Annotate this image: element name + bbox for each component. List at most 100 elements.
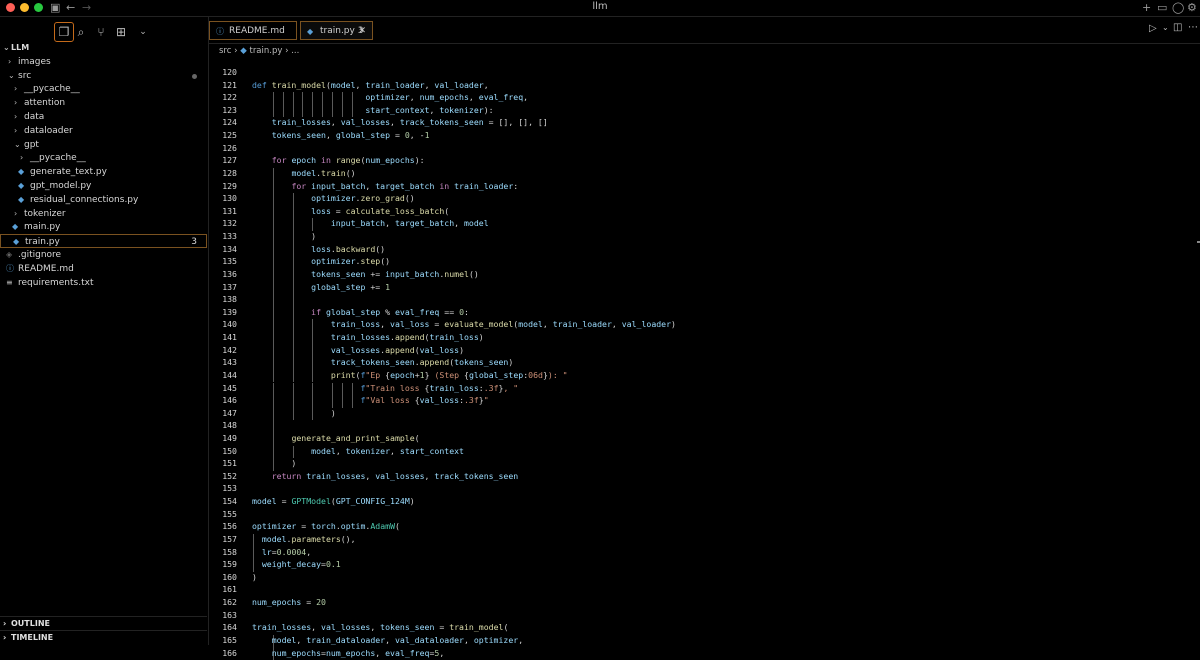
title-bar: ▣ ← → llm + ▭ ◯ ⚙ — [0, 0, 1200, 17]
code-token: GPTModel — [291, 496, 331, 507]
tab-readme[interactable]: ⓘ README.md — [209, 21, 297, 40]
code-token: def — [252, 79, 272, 90]
code-token: optimizer — [365, 92, 410, 103]
code-token: tokens_seen — [380, 622, 435, 633]
code-token: eval_freq — [385, 647, 430, 658]
code-token: (Step — [429, 369, 465, 380]
source-control-icon[interactable]: ⑂ — [92, 23, 110, 41]
chat-icon[interactable]: ◯ — [1172, 0, 1184, 16]
extensions-icon[interactable]: ⊞ — [112, 23, 130, 41]
line-number: 157 — [222, 533, 237, 544]
file-tree-item[interactable]: › attention — [0, 96, 207, 110]
code-line: optimizer = torch.optim.AdamW( — [252, 521, 400, 531]
code-token: lr — [261, 546, 272, 557]
run-icon[interactable]: ▷ — [1149, 23, 1157, 34]
workspace-root[interactable]: ⌄ LLM — [0, 41, 207, 55]
file-tree-item[interactable]: › __pycache__ — [0, 82, 207, 96]
file-tree-item[interactable]: ◆ gpt_model.py — [0, 179, 207, 193]
line-number: 160 — [222, 571, 237, 582]
code-token: val_loss — [419, 344, 460, 355]
line-number: 131 — [222, 205, 237, 216]
editor-area: ⓘ README.md ◆ train.py 3 ✕ ▷ ⌄ ◫ ⋯ src ›… — [209, 17, 1200, 660]
line-number: 158 — [222, 546, 237, 557]
info-icon: ⓘ — [6, 263, 14, 273]
code-line: optimizer.zero_grad() — [252, 193, 415, 203]
timeline-section[interactable]: › TIMELINE — [0, 630, 207, 644]
file-tree-item[interactable]: › images — [0, 55, 207, 69]
file-tree-item[interactable]: ⌄ gpt — [0, 138, 207, 152]
code-token: , — [523, 92, 529, 103]
line-number: 136 — [222, 268, 237, 279]
code-token: train_losses — [330, 332, 391, 343]
split-editor-icon[interactable]: ◫ — [1173, 22, 1182, 33]
breadcrumb: src › ◆ train.py › ... — [219, 46, 299, 56]
settings-gear-icon[interactable]: ⚙ — [1187, 0, 1197, 16]
code-token: in — [434, 180, 455, 191]
code-token: , — [385, 218, 395, 229]
file-tree-item[interactable]: ◆ train.py 3 — [0, 234, 207, 249]
terminal-icon[interactable]: ▭ — [1157, 0, 1167, 16]
file-tree-label: .gitignore — [18, 250, 62, 260]
python-icon: ◆ — [307, 27, 314, 36]
file-tree-item[interactable]: ≡ requirements.txt — [0, 276, 207, 290]
code-token: num_epochs — [365, 155, 415, 166]
file-tree-item[interactable]: › tokenizer — [0, 207, 207, 221]
code-token: train_losses — [252, 622, 312, 633]
search-icon[interactable]: ⌕ — [72, 23, 90, 41]
code-token: .3f — [464, 395, 479, 406]
outline-section[interactable]: › OUTLINE — [0, 616, 207, 630]
line-number: 134 — [222, 243, 237, 254]
new-window-icon[interactable]: + — [1142, 0, 1151, 16]
file-tree-item[interactable]: › __pycache__ — [0, 151, 207, 165]
line-number: 142 — [222, 344, 237, 355]
file-tree-item[interactable]: ◆ main.py — [0, 220, 207, 234]
file-tree-item[interactable]: › data — [0, 110, 207, 124]
code-token: = — [296, 521, 312, 532]
code-token: optimizer — [311, 193, 356, 204]
code-token: 06d — [528, 369, 543, 380]
code-token: = — [390, 130, 405, 141]
code-token: epoch — [390, 369, 415, 380]
files-icon[interactable]: ❐ — [54, 22, 74, 42]
tab-train-py[interactable]: ◆ train.py 3 ✕ — [300, 21, 373, 40]
code-token: , — [483, 79, 489, 90]
timeline-label: TIMELINE — [11, 633, 54, 642]
code-token: " — [483, 395, 489, 406]
code-token: tokenizer — [345, 445, 391, 456]
file-tree-item[interactable]: ⓘ README.md — [0, 262, 207, 276]
line-number: 132 — [222, 218, 237, 229]
code-token: ) — [409, 496, 415, 507]
file-tree-item[interactable]: ◆ residual_connections.py — [0, 193, 207, 207]
code-token: global_step — [325, 306, 381, 317]
breadcrumb-symbol[interactable]: ... — [291, 46, 299, 56]
code-token: ) — [252, 231, 317, 242]
code-token: parameters — [291, 533, 341, 544]
file-tree-item[interactable]: ◈ .gitignore — [0, 248, 207, 262]
file-tree-label: README.md — [18, 263, 74, 274]
close-tab-icon[interactable]: ✕ — [358, 22, 366, 41]
breadcrumb-file[interactable]: train.py — [249, 46, 282, 56]
line-number: 148 — [222, 420, 237, 431]
code-token: GPT_CONFIG_124M — [335, 496, 410, 507]
code-token: ): " — [547, 369, 568, 380]
file-tree-item[interactable]: ⌄ src — [0, 69, 207, 83]
chevron-down-icon[interactable]: ⌄ — [1162, 23, 1169, 32]
code-token: () — [375, 243, 386, 254]
more-actions-icon[interactable]: ⋯ — [1188, 22, 1198, 33]
file-tree-item[interactable]: › dataloader — [0, 124, 207, 138]
code-token: val_losses — [375, 470, 425, 481]
chevron-down-icon[interactable]: ⌄ — [134, 23, 152, 41]
file-tree-item[interactable]: ◆ generate_text.py — [0, 165, 207, 179]
code-token: num_epochs — [271, 647, 322, 658]
breadcrumb-folder[interactable]: src — [219, 46, 231, 56]
code-token: , — [424, 470, 435, 481]
code-token: tokens_seen — [454, 357, 509, 368]
